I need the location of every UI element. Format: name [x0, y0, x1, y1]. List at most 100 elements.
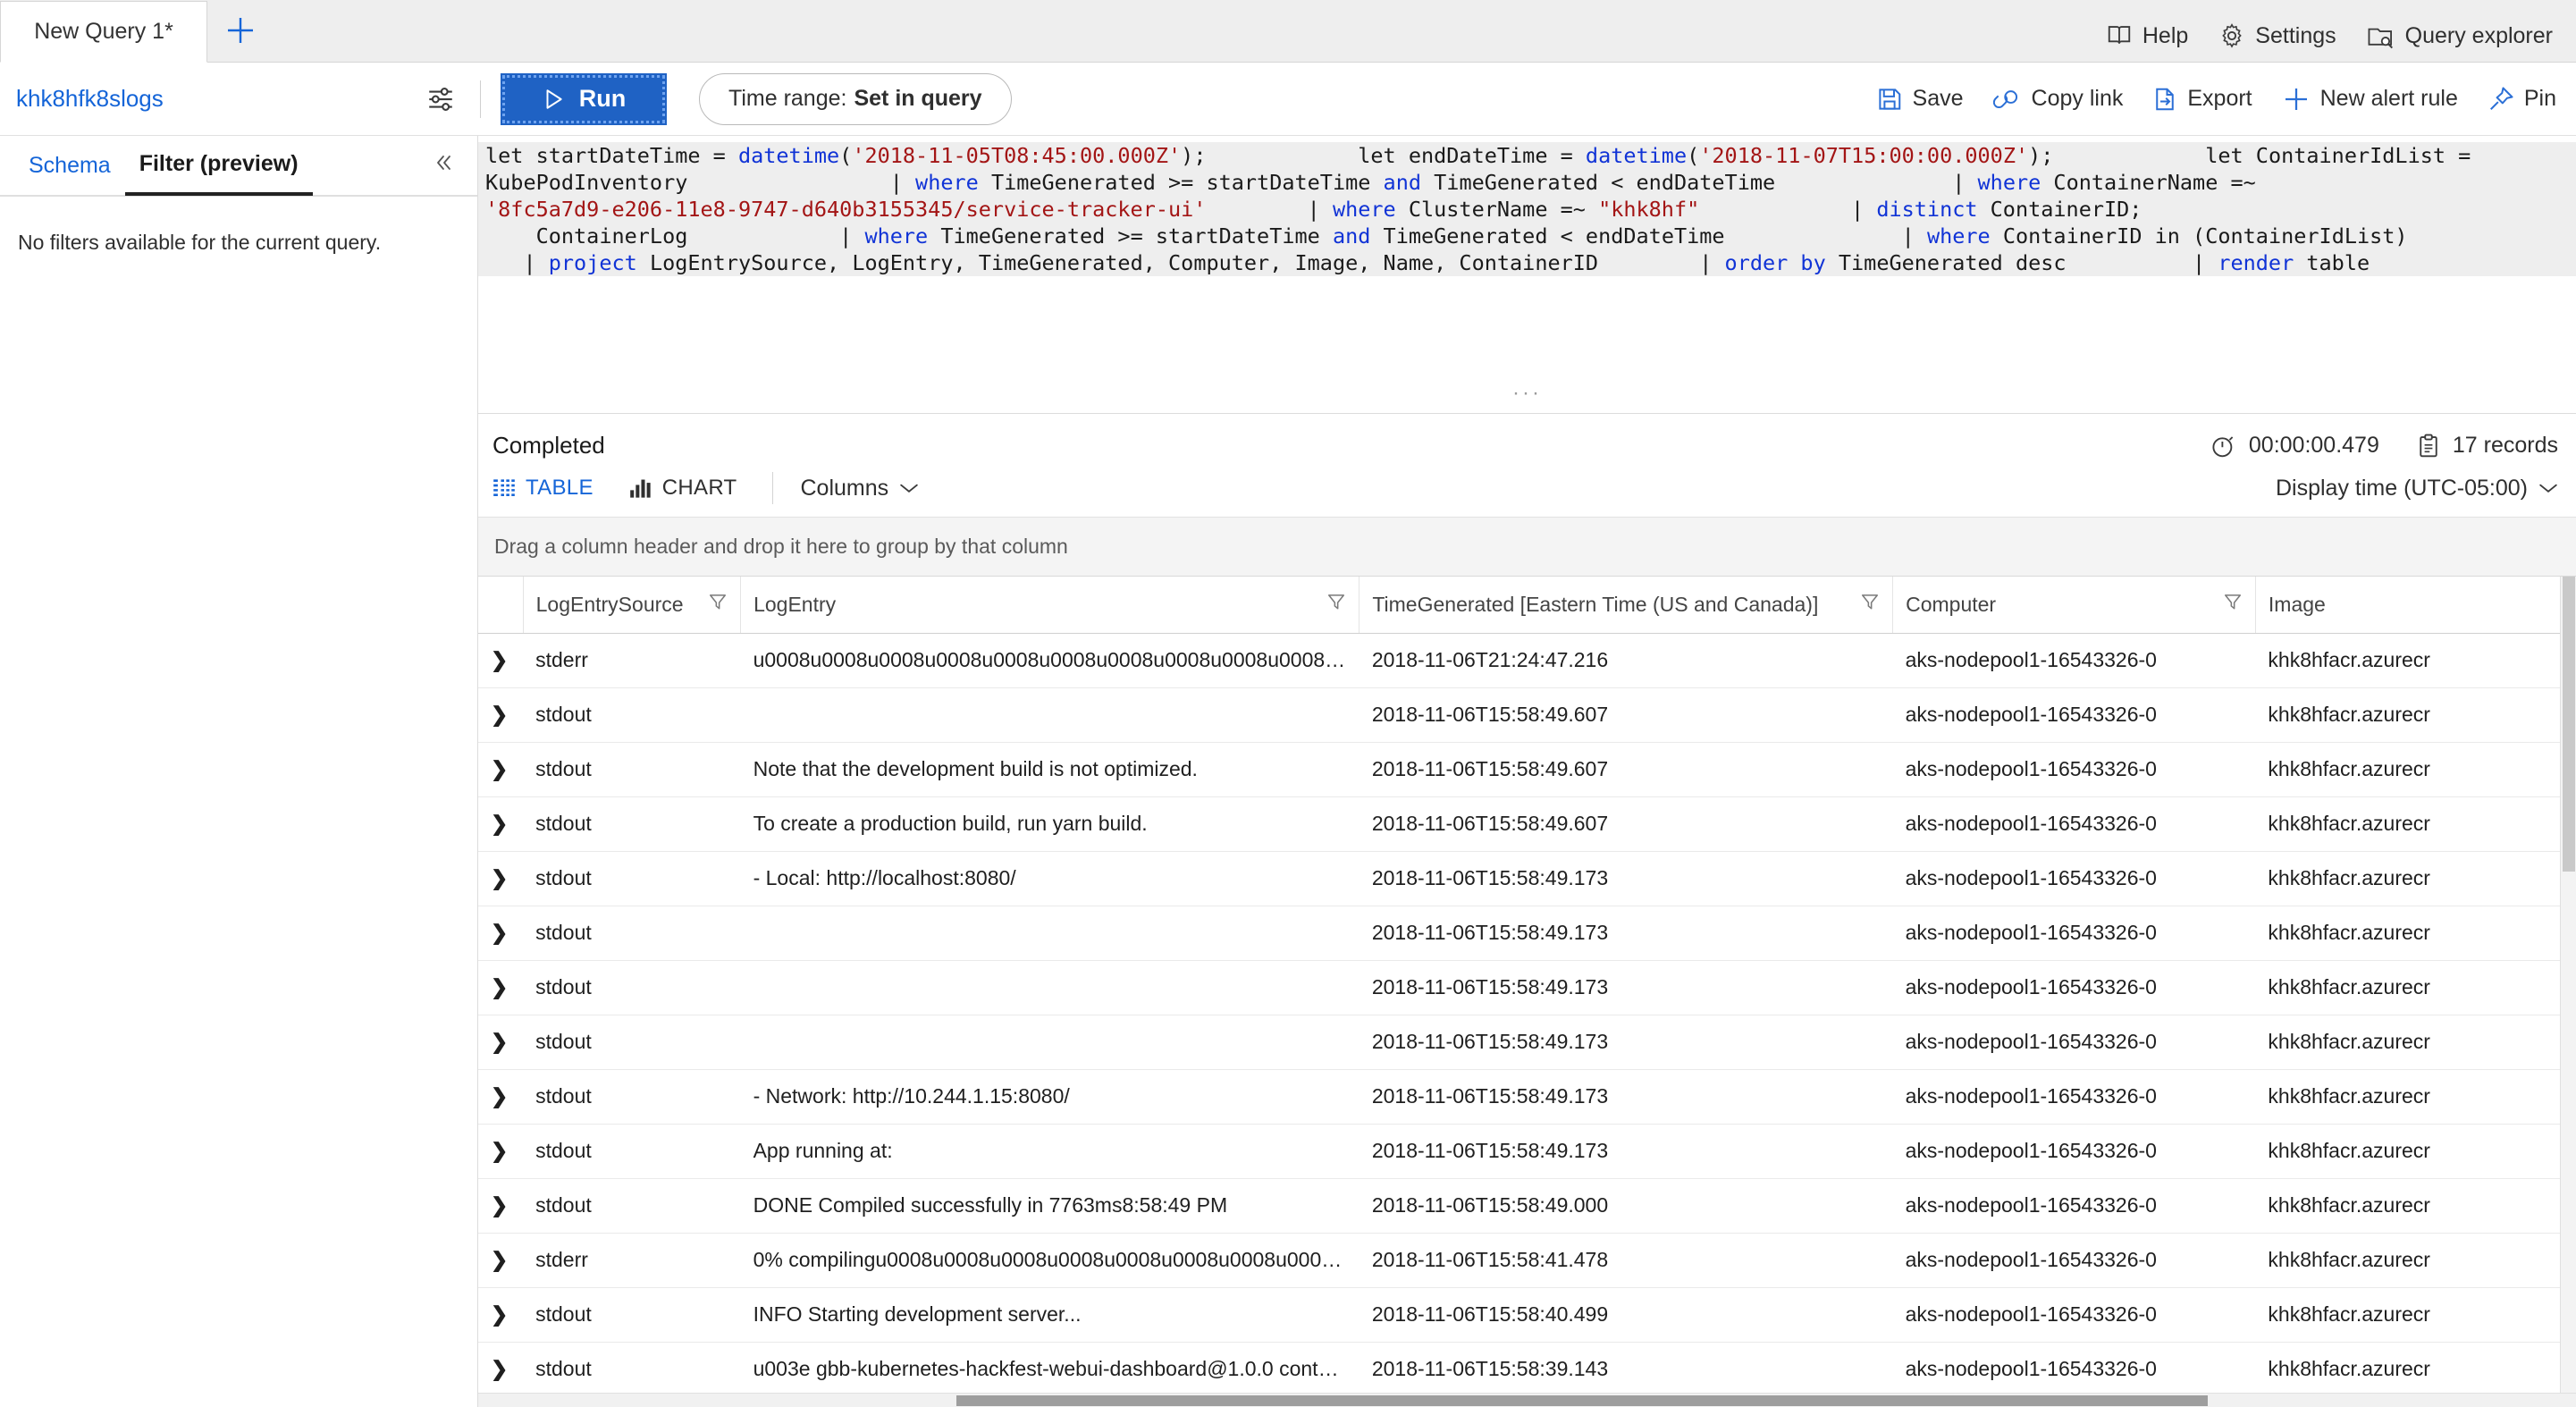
grid-column-header-timegenerated[interactable]: TimeGenerated [Eastern Time (US and Cana… [1359, 577, 1894, 634]
table-row[interactable]: ❯ stdout Note that the development build i… [478, 742, 2576, 797]
view-tab-table-label: TABLE [526, 476, 593, 500]
table-row[interactable]: ❯ stdout DONE Compiled successfully in 776… [478, 1178, 2576, 1234]
header-actions: Help Settings Query explorer [2106, 22, 2576, 62]
editor-resize-grip[interactable]: ··· [478, 381, 2576, 406]
vertical-scrollbar-thumb[interactable] [2563, 577, 2575, 872]
query-text[interactable]: let startDateTime = datetime('2018-11-05… [478, 142, 2576, 276]
pin-button[interactable]: Pin [2488, 86, 2556, 113]
query-token: TimeGenerated desc | [1825, 250, 2218, 275]
row-expand-toggle[interactable]: ❯ [478, 1287, 524, 1343]
query-line[interactable]: | project LogEntrySource, LogEntry, Time… [478, 249, 2576, 276]
new-alert-rule-button[interactable]: New alert rule [2282, 85, 2458, 114]
table-row[interactable]: ❯ stdout INFO Starting development server.… [478, 1287, 2576, 1343]
column-filter-button[interactable] [1849, 592, 1880, 617]
table-row[interactable]: ❯ stdout u003e gbb-kubernetes-hackfest-web… [478, 1342, 2576, 1393]
funnel-icon[interactable] [1860, 592, 1880, 611]
horizontal-scrollbar[interactable] [478, 1393, 2576, 1407]
query-line[interactable]: KubePodInventory | where TimeGenerated >… [478, 169, 2576, 196]
grid-column-header-logentry[interactable]: LogEntry [740, 577, 1360, 634]
vertical-scrollbar[interactable] [2560, 577, 2576, 1393]
query-line[interactable]: '8fc5a7d9-e206-11e8-9747-d640b3155345/se… [478, 196, 2576, 223]
query-token: | [1699, 197, 1877, 222]
horizontal-scrollbar-thumb[interactable] [956, 1395, 2208, 1406]
row-expand-toggle[interactable]: ❯ [478, 906, 524, 961]
table-row[interactable]: ❯ stderr 0% compilingu0008u0008u0008u0008u… [478, 1233, 2576, 1288]
view-tab-chart[interactable]: CHART [629, 476, 737, 501]
query-line[interactable]: let startDateTime = datetime('2018-11-05… [478, 142, 2576, 169]
settings-button[interactable]: Settings [2218, 22, 2336, 49]
query-token: ClusterName =~ [1395, 197, 1599, 222]
view-tab-table[interactable]: TABLE [492, 476, 593, 501]
cell-time-generated: 2018-11-06T15:58:49.000 [1359, 1178, 1893, 1234]
query-tab[interactable]: New Query 1* [0, 1, 207, 63]
table-row[interactable]: ❯ stdout 2018-11-06T15:58:49.607 aks-nodepo… [478, 687, 2576, 743]
row-expand-toggle[interactable]: ❯ [478, 687, 524, 743]
query-explorer-label: Query explorer [2404, 22, 2553, 48]
view-tabs-divider [772, 472, 774, 504]
workspace-body: Schema Filter (preview) No filters avail… [0, 136, 2576, 1407]
cell-image: khk8hfacr.azurecr [2255, 960, 2576, 1015]
row-expand-toggle[interactable]: ❯ [478, 1069, 524, 1125]
table-row[interactable]: ❯ stdout 2018-11-06T15:58:49.173 aks-nodepo… [478, 906, 2576, 961]
row-expand-toggle[interactable]: ❯ [478, 1342, 524, 1393]
row-expand-toggle[interactable]: ❯ [478, 1233, 524, 1288]
cell-log-entry: - Local: http://localhost:8080/ [740, 851, 1360, 906]
query-token: ( [839, 143, 853, 168]
table-row[interactable]: ❯ stdout - Local: http://localhost:8080/20… [478, 851, 2576, 906]
row-expand-toggle[interactable]: ❯ [478, 851, 524, 906]
cell-image: khk8hfacr.azurecr [2255, 1069, 2576, 1125]
column-filter-button[interactable] [697, 592, 728, 617]
grid-column-header-image[interactable]: Image [2255, 577, 2576, 634]
row-expand-toggle[interactable]: ❯ [478, 1124, 524, 1179]
query-token: '2018-11-05T08:45:00.000Z' [852, 143, 1182, 168]
column-filter-button[interactable] [1316, 592, 1346, 617]
query-token: LogEntrySource, LogEntry, TimeGenerated,… [636, 250, 1725, 275]
query-editor[interactable]: let startDateTime = datetime('2018-11-05… [478, 136, 2576, 413]
funnel-icon[interactable] [1326, 592, 1346, 611]
tab-schema[interactable]: Schema [14, 135, 125, 196]
row-expand-toggle[interactable]: ❯ [478, 796, 524, 852]
columns-label: Columns [800, 475, 889, 501]
grid-column-header-expand[interactable] [478, 577, 524, 634]
collapse-panel-button[interactable] [431, 152, 463, 180]
new-query-tab-button[interactable] [213, 3, 268, 58]
table-row[interactable]: ❯ stdout App running at: 2018-11-06T15:58:4… [478, 1124, 2576, 1179]
play-icon [546, 88, 562, 109]
cell-image: khk8hfacr.azurecr [2255, 742, 2576, 797]
time-range-picker[interactable]: Time range: Set in query [699, 72, 1012, 125]
query-token: datetime [1585, 143, 1688, 168]
chevron-double-left-icon [437, 155, 450, 170]
row-expand-toggle[interactable]: ❯ [478, 1015, 524, 1070]
query-explorer-button[interactable]: Query explorer [2367, 22, 2553, 49]
copy-link-button[interactable]: Copy link [1992, 86, 2123, 113]
columns-dropdown[interactable]: Columns [800, 476, 919, 501]
export-button[interactable]: Export [2152, 86, 2252, 113]
tab-filter[interactable]: Filter (preview) [124, 135, 313, 196]
help-button[interactable]: Help [2106, 22, 2188, 49]
workspace-name[interactable]: khk8hfk8slogs [16, 85, 423, 113]
cell-computer: aks-nodepool1-16543326-0 [1892, 906, 2256, 961]
row-expand-toggle[interactable]: ❯ [478, 960, 524, 1015]
run-button[interactable]: Run [501, 72, 667, 125]
table-row[interactable]: ❯ stdout - Network: http://10.244.1.15:808… [478, 1069, 2576, 1125]
display-time-dropdown[interactable]: Display time (UTC-05:00) [2276, 476, 2558, 501]
cell-log-entry-source: stdout [523, 1069, 741, 1125]
table-row[interactable]: ❯ stdout To create a production build, run… [478, 796, 2576, 852]
query-line[interactable]: ContainerLog | where TimeGenerated >= st… [478, 223, 2576, 249]
new-alert-rule-label: New alert rule [2319, 86, 2458, 111]
table-row[interactable]: ❯ stderr u0008u0008u0008u0008u0008u0008u00… [478, 633, 2576, 688]
row-expand-toggle[interactable]: ❯ [478, 1178, 524, 1234]
save-button[interactable]: Save [1876, 86, 1964, 113]
column-filter-button[interactable] [2212, 592, 2243, 617]
grid-column-header-logentrysource[interactable]: LogEntrySource [523, 577, 742, 634]
funnel-icon[interactable] [2223, 592, 2243, 611]
row-expand-toggle[interactable]: ❯ [478, 633, 524, 688]
row-expand-toggle[interactable]: ❯ [478, 742, 524, 797]
group-by-dropzone[interactable]: Drag a column header and drop it here to… [478, 517, 2576, 577]
funnel-icon[interactable] [708, 592, 728, 611]
grid-column-header-computer[interactable]: Computer [1892, 577, 2256, 634]
query-settings-button[interactable] [423, 84, 459, 114]
table-row[interactable]: ❯ stdout 2018-11-06T15:58:49.173 aks-nodepo… [478, 1015, 2576, 1070]
table-row[interactable]: ❯ stdout 2018-11-06T15:58:49.173 aks-nodepo… [478, 960, 2576, 1015]
cell-computer: aks-nodepool1-16543326-0 [1892, 742, 2256, 797]
